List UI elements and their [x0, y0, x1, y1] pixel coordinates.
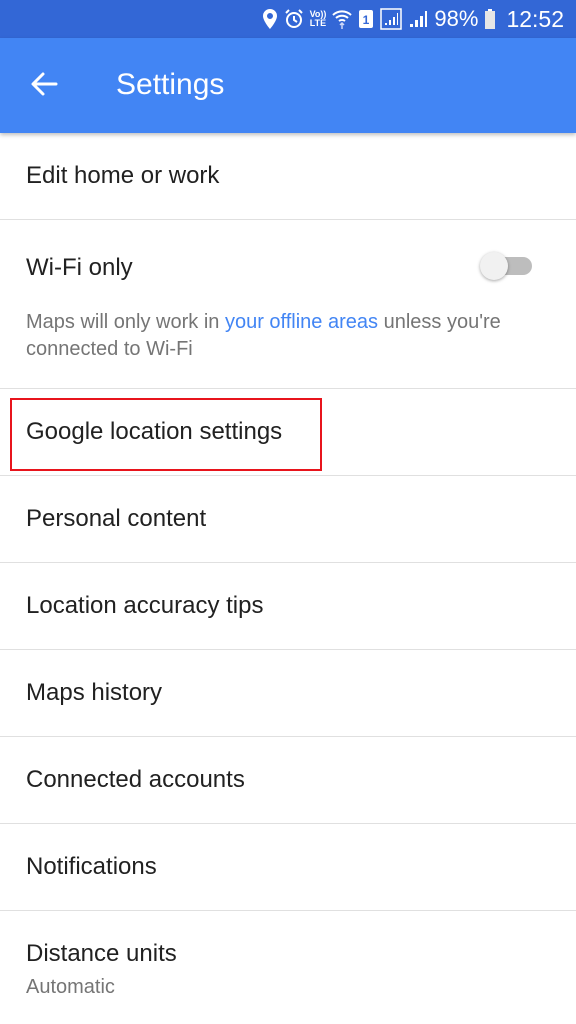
signal-sim1-icon	[380, 7, 403, 31]
settings-item-personal-content[interactable]: Personal content	[0, 476, 576, 563]
alarm-icon	[284, 7, 304, 31]
settings-list: Edit home or work Wi-Fi only Maps will o…	[0, 133, 576, 1021]
wifi-only-description: Maps will only work in your offline area…	[26, 311, 501, 360]
settings-item-wifi-only[interactable]: Wi-Fi only Maps will only work in your o…	[0, 220, 576, 389]
offline-areas-link[interactable]: your offline areas	[225, 311, 378, 333]
distance-units-value: Automatic	[26, 976, 115, 998]
settings-item-label: Maps history	[26, 679, 163, 706]
wifi-only-toggle[interactable]	[480, 252, 534, 280]
settings-item-label: Google location settings	[26, 418, 283, 445]
settings-item-label: Connected accounts	[26, 766, 245, 793]
settings-item-label: Wi-Fi only	[26, 254, 133, 281]
settings-item-distance-units[interactable]: Distance units Automatic	[0, 911, 576, 1021]
wifi-icon	[332, 7, 353, 31]
settings-item-label: Personal content	[26, 505, 207, 532]
settings-item-google-location-settings[interactable]: Google location settings	[0, 389, 576, 476]
location-icon	[262, 7, 278, 31]
status-bar: Vo)) LTE 1 98% 12:52	[0, 0, 576, 38]
settings-item-label: Location accuracy tips	[26, 592, 264, 619]
volte-icon: Vo)) LTE	[309, 9, 327, 28]
sim-1-icon: 1	[358, 7, 374, 31]
settings-item-maps-history[interactable]: Maps history	[0, 650, 576, 737]
settings-item-connected-accounts[interactable]: Connected accounts	[0, 737, 576, 824]
settings-item-location-accuracy-tips[interactable]: Location accuracy tips	[0, 563, 576, 650]
toggle-thumb	[480, 252, 508, 280]
battery-percent: 98%	[434, 6, 479, 31]
back-button[interactable]	[18, 60, 70, 112]
settings-item-edit-home-work[interactable]: Edit home or work	[0, 133, 576, 220]
signal-sim2-icon	[408, 7, 428, 31]
settings-item-label: Notifications	[26, 853, 157, 880]
battery-icon	[484, 7, 496, 31]
settings-item-label: Distance units	[26, 940, 177, 967]
page-title: Settings	[116, 68, 225, 101]
settings-item-notifications[interactable]: Notifications	[0, 824, 576, 911]
arrow-back-icon	[30, 70, 58, 103]
app-bar: Settings	[0, 38, 576, 133]
clock: 12:52	[506, 5, 564, 32]
svg-text:1: 1	[363, 13, 370, 27]
settings-item-label: Edit home or work	[26, 162, 220, 189]
